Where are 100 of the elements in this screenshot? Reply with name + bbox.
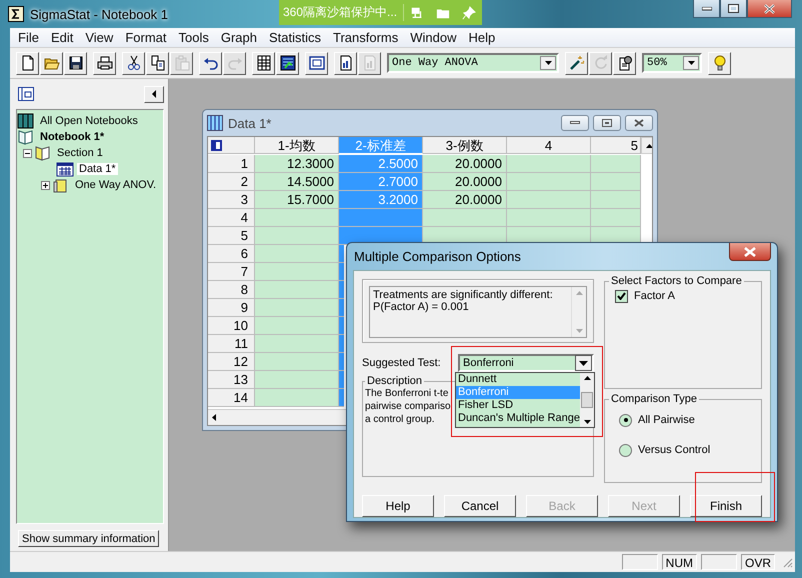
table-cell: 20.0000 bbox=[423, 155, 507, 173]
window-button[interactable] bbox=[305, 52, 328, 74]
lightbulb-icon bbox=[712, 55, 728, 71]
group-title: Description bbox=[366, 375, 424, 387]
radio-button[interactable] bbox=[619, 414, 632, 426]
wizard-button[interactable] bbox=[565, 52, 588, 74]
table-cell: 2.5000 bbox=[339, 155, 423, 173]
list-option[interactable]: Duncan's Multiple Range bbox=[456, 412, 580, 425]
collapse-panel-button[interactable] bbox=[144, 86, 164, 102]
minimize-button[interactable] bbox=[693, 0, 720, 18]
checkbox[interactable] bbox=[615, 290, 628, 302]
tree-item[interactable]: Notebook 1* bbox=[38, 131, 106, 143]
checkbox-label[interactable]: Factor A bbox=[634, 290, 675, 302]
table-cell: 20.0000 bbox=[423, 191, 507, 209]
options-icon bbox=[616, 55, 632, 71]
menu-item[interactable]: View bbox=[79, 30, 120, 45]
tree-item[interactable]: Section 1 bbox=[55, 147, 105, 159]
list-option[interactable]: Fisher LSD bbox=[456, 399, 580, 412]
menu-item[interactable]: Help bbox=[462, 30, 502, 45]
row-number: 11 bbox=[208, 335, 255, 353]
print-button[interactable] bbox=[93, 52, 116, 74]
table-cell: 20.0000 bbox=[423, 173, 507, 191]
menu-item[interactable]: Transforms bbox=[327, 30, 404, 45]
app-icon bbox=[8, 6, 24, 22]
menu-item[interactable]: File bbox=[12, 30, 45, 45]
status-pane bbox=[700, 554, 737, 570]
dropdown-value: 50% bbox=[646, 57, 667, 69]
menu-item[interactable]: Window bbox=[404, 30, 462, 45]
test-dropdown[interactable]: Bonferroni bbox=[458, 354, 594, 372]
radio-button[interactable] bbox=[619, 444, 632, 456]
list-option[interactable]: Dunnett bbox=[456, 373, 580, 386]
table-cell bbox=[591, 155, 641, 173]
toolbar-dropdown[interactable]: 50% bbox=[642, 53, 702, 73]
minimize-icon bbox=[702, 6, 712, 10]
table-cell: 12.3000 bbox=[255, 155, 339, 173]
resize-grip-icon[interactable] bbox=[781, 556, 793, 568]
close-button[interactable] bbox=[729, 243, 771, 261]
copy-button[interactable] bbox=[146, 52, 169, 74]
menu-item[interactable]: Edit bbox=[44, 30, 80, 45]
row-number: 6 bbox=[208, 245, 255, 263]
group-title: Select Factors to Compare bbox=[610, 275, 743, 287]
tree-item[interactable]: Data 1* bbox=[77, 163, 118, 175]
wand-icon bbox=[568, 55, 584, 71]
undo-button[interactable] bbox=[199, 52, 222, 74]
report-icon bbox=[338, 55, 354, 71]
new-document-button[interactable] bbox=[16, 52, 39, 74]
select-all-corner[interactable] bbox=[208, 137, 255, 154]
left-arrow-icon bbox=[152, 90, 156, 98]
dialog-button[interactable]: Finish bbox=[690, 495, 762, 517]
restore-button[interactable] bbox=[593, 115, 621, 131]
row-number: 4 bbox=[208, 209, 255, 227]
status-indicator: NUM bbox=[662, 554, 697, 570]
open-button[interactable] bbox=[40, 52, 63, 74]
worksheet-icon bbox=[256, 55, 272, 71]
minimize-button[interactable] bbox=[561, 115, 589, 131]
panel-icon[interactable] bbox=[18, 86, 34, 102]
maximize-button[interactable] bbox=[720, 0, 747, 18]
column-header[interactable]: 3-例数 bbox=[423, 137, 507, 154]
tree-item[interactable]: One Way ANOV. bbox=[73, 179, 158, 191]
hint-button[interactable] bbox=[708, 52, 731, 74]
save-button[interactable] bbox=[64, 52, 87, 74]
close-icon bbox=[764, 4, 775, 14]
table-cell bbox=[591, 209, 641, 227]
status-pane bbox=[622, 554, 658, 570]
collapse-toggle[interactable] bbox=[23, 148, 32, 158]
row-number: 13 bbox=[208, 371, 255, 389]
notebook-icon bbox=[17, 129, 35, 145]
report-button[interactable] bbox=[334, 52, 357, 74]
worksheet-button[interactable] bbox=[252, 52, 275, 74]
menu-item[interactable]: Graph bbox=[214, 30, 263, 45]
maximize-icon bbox=[728, 4, 739, 13]
menu-item[interactable]: Format bbox=[119, 30, 172, 45]
options-button[interactable] bbox=[613, 52, 636, 74]
close-button[interactable] bbox=[625, 115, 653, 131]
list-scrollbar[interactable] bbox=[580, 373, 594, 427]
scroll-thumb[interactable] bbox=[581, 392, 593, 408]
show-summary-button[interactable]: Show summary information bbox=[18, 530, 160, 547]
dialog-button[interactable]: Cancel bbox=[444, 495, 516, 517]
menu-item[interactable]: Tools bbox=[172, 30, 215, 45]
table-cell bbox=[591, 173, 641, 191]
expand-toggle[interactable] bbox=[41, 180, 50, 190]
description-line: The Bonferroni t-te bbox=[365, 387, 448, 400]
row-number: 9 bbox=[208, 299, 255, 317]
table-cell bbox=[591, 191, 641, 209]
dialog-button[interactable]: Help bbox=[362, 495, 434, 517]
toolbar-dropdown[interactable]: One Way ANOVA bbox=[387, 53, 559, 73]
column-header[interactable]: 4 bbox=[507, 137, 591, 154]
column-header[interactable]: 5 bbox=[591, 137, 641, 154]
radio-label[interactable]: All Pairwise bbox=[638, 414, 695, 426]
table-cell: 3.2000 bbox=[339, 191, 423, 209]
radio-label[interactable]: Versus Control bbox=[638, 444, 710, 456]
graph-page-button[interactable] bbox=[276, 52, 299, 74]
cut-button[interactable] bbox=[122, 52, 145, 74]
column-header[interactable]: 1-均数 bbox=[255, 137, 339, 154]
new-document-icon bbox=[20, 55, 36, 71]
tree-item[interactable]: All Open Notebooks bbox=[38, 115, 140, 127]
dropdown-value: One Way ANOVA bbox=[391, 57, 478, 69]
close-button[interactable] bbox=[747, 0, 792, 18]
menu-item[interactable]: Statistics bbox=[262, 30, 327, 45]
text-scrollbar[interactable] bbox=[571, 287, 586, 337]
